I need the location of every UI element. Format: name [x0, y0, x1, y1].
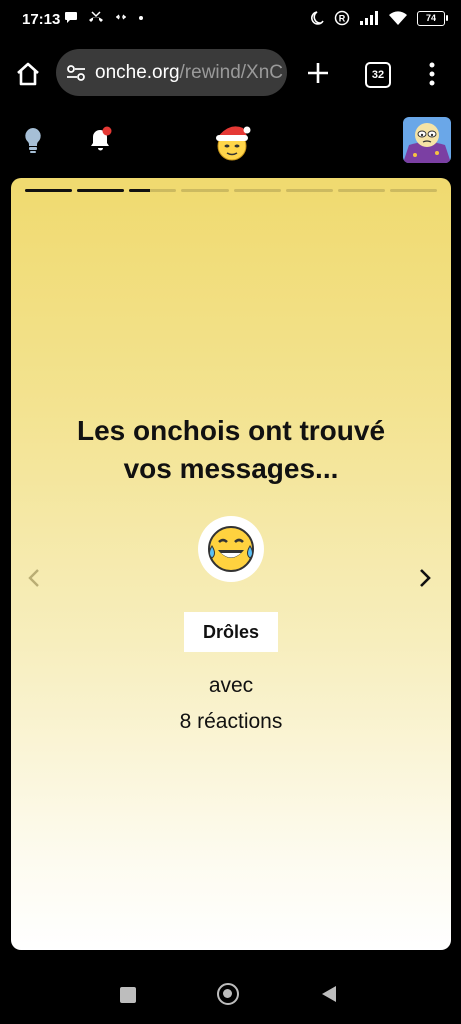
progress-segment: [389, 189, 437, 192]
url-host: onche.org: [95, 61, 180, 83]
santa-mascot-logo[interactable]: [211, 120, 253, 164]
story-headline: Les onchois ont trouvé vos messages...: [31, 412, 431, 488]
progress-segment-fill: [77, 189, 125, 192]
new-tab-icon[interactable]: [305, 60, 331, 86]
back-triangle-icon[interactable]: [320, 984, 338, 1004]
address-bar[interactable]: onche.org/rewind/XnC: [56, 49, 287, 96]
reaction-count: 8 réactions: [179, 710, 283, 733]
progress-segment-fill: [129, 189, 151, 192]
link-icon: [116, 14, 126, 20]
laughing-with-tears-icon: [208, 526, 254, 572]
avec-label: avec: [208, 674, 254, 697]
wifi-icon: [389, 11, 407, 25]
site-header: [0, 108, 461, 172]
progress-segment: [25, 189, 73, 192]
status-bar: 17:13 R 74: [0, 0, 461, 42]
battery-level: 74: [425, 13, 436, 23]
progress-segment: [285, 189, 333, 192]
story-progress-bar: [25, 189, 437, 192]
next-slide-chevron-icon[interactable]: [417, 568, 433, 588]
progress-segment: [233, 189, 281, 192]
progress-segment: [129, 189, 177, 192]
reaction-type-label: Drôles: [184, 612, 278, 652]
status-notification-icons: [64, 10, 144, 24]
moon-icon: [311, 11, 324, 25]
progress-segment: [77, 189, 125, 192]
registered-icon: R: [334, 10, 350, 26]
user-avatar[interactable]: [403, 117, 451, 163]
status-time: 17:13: [22, 11, 61, 28]
progress-segment: [337, 189, 385, 192]
url-text: onche.org/rewind/XnC: [95, 62, 283, 84]
browser-toolbar: onche.org/rewind/XnC 32: [0, 44, 461, 102]
previous-slide-chevron-icon[interactable]: [26, 568, 42, 588]
system-navigation-bar: [0, 966, 461, 1024]
recent-apps-button[interactable]: [120, 987, 136, 1003]
dot-icon: [139, 16, 143, 20]
missed-call-icon: [89, 11, 103, 22]
battery-icon: 74: [417, 10, 448, 26]
headline-line-1: Les onchois ont trouvé: [76, 415, 386, 446]
svg-text:R: R: [339, 14, 346, 24]
home-button[interactable]: [217, 983, 239, 1005]
headline-line-2: vos messages...: [123, 453, 339, 484]
url-path: /rewind/XnC: [179, 61, 284, 83]
chat-bubble-icon: [65, 12, 77, 23]
progress-segment: [181, 189, 229, 192]
lightbulb-icon[interactable]: [22, 126, 44, 154]
signal-icon: [360, 11, 378, 25]
site-settings-icon[interactable]: [65, 62, 87, 84]
rewind-story-card[interactable]: Les onchois ont trouvé vos messages... D…: [11, 178, 451, 950]
reaction-emoji-badge: [198, 516, 264, 582]
tab-count: 32: [371, 69, 385, 81]
status-system-icons: R 74: [311, 10, 448, 26]
notification-bell-icon[interactable]: [88, 125, 114, 153]
more-menu-icon[interactable]: [424, 61, 440, 87]
home-icon[interactable]: [14, 60, 42, 88]
tab-switcher-button[interactable]: 32: [365, 62, 391, 88]
progress-segment-fill: [25, 189, 73, 192]
